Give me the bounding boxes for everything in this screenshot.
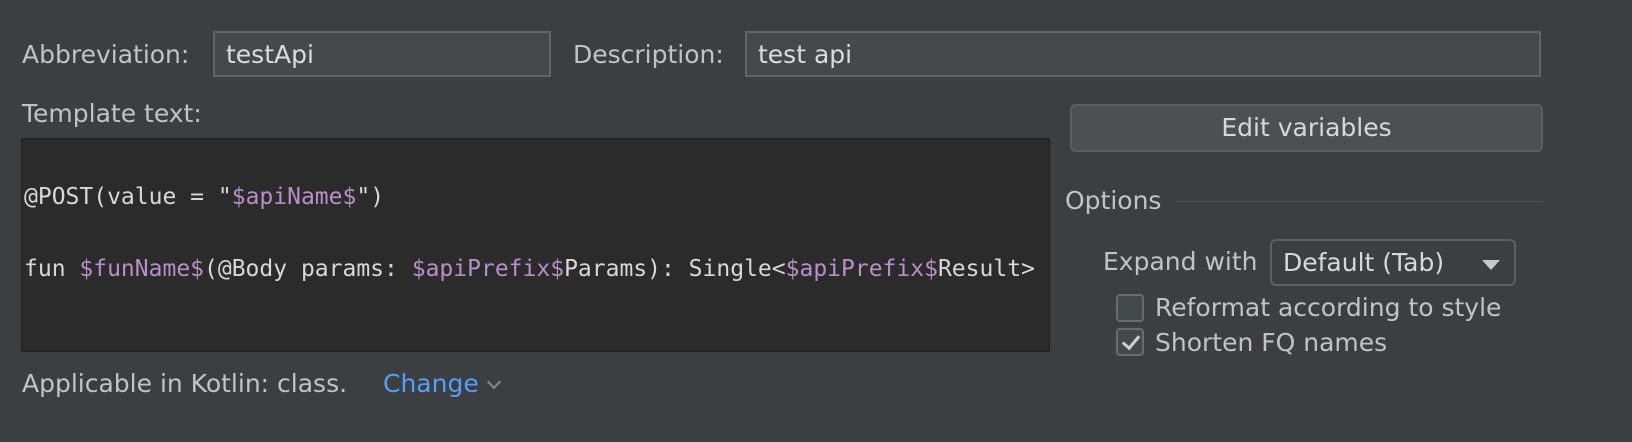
template-variable: $funName$ [79, 256, 205, 282]
options-title: Options [1065, 186, 1162, 215]
code-text: fun [24, 256, 80, 282]
template-line-2: fun $funName$(@Body params: $apiPrefix$P… [24, 251, 1047, 287]
dropdown-arrow-icon [1482, 260, 1500, 270]
shorten-fq-label: Shorten FQ names [1155, 328, 1388, 357]
reformat-label: Reformat according to style [1155, 293, 1502, 322]
code-text: Result> [937, 256, 1035, 282]
template-variable: $apiPrefix$ [411, 256, 565, 282]
abbreviation-input[interactable] [213, 31, 551, 77]
code-text: @POST(value = " [24, 184, 232, 210]
template-line-1: @POST(value = "$apiName$") [24, 179, 1047, 215]
applicable-context-label: Applicable in Kotlin: class. [22, 369, 348, 398]
edit-variables-button[interactable]: Edit variables [1070, 104, 1543, 152]
chevron-down-icon [486, 374, 501, 390]
template-text-editor[interactable]: @POST(value = "$apiName$") fun $funName$… [21, 138, 1050, 352]
template-variable: $apiPrefix$ [785, 256, 938, 282]
expand-with-select[interactable]: Default (Tab) [1270, 239, 1516, 286]
code-text: Params): Single< [564, 256, 786, 282]
reformat-checkbox[interactable] [1116, 294, 1144, 322]
description-input[interactable] [745, 31, 1541, 77]
code-text: (@Body params: [204, 256, 412, 282]
template-text-label: Template text: [22, 99, 202, 128]
expand-with-value: Default (Tab) [1283, 248, 1445, 277]
abbreviation-label: Abbreviation: [22, 40, 190, 69]
code-text: ") [356, 184, 385, 210]
template-variable: $apiName$ [231, 184, 357, 210]
change-link-label: Change [383, 369, 479, 398]
expand-with-label: Expand with [1103, 247, 1258, 276]
checkmark-icon [1121, 330, 1141, 351]
description-label: Description: [573, 40, 724, 69]
options-separator [1175, 201, 1543, 202]
shorten-fq-checkbox[interactable] [1116, 328, 1144, 356]
change-context-link[interactable]: Change [383, 369, 501, 399]
